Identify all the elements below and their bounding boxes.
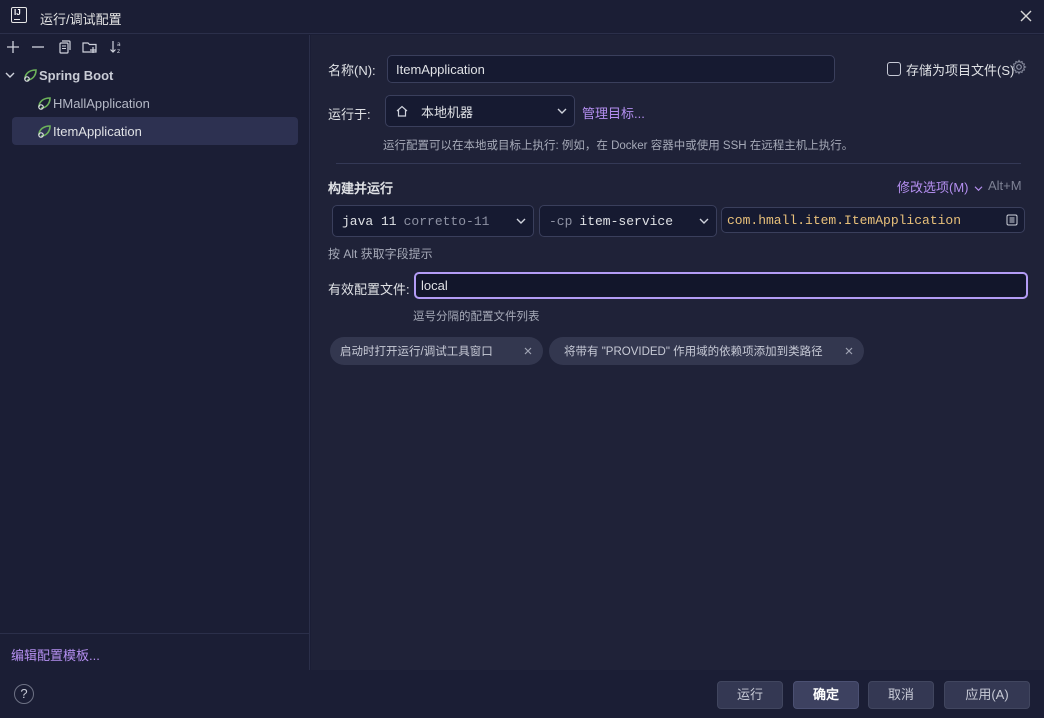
browse-list-icon[interactable] — [1006, 214, 1018, 226]
copy-icon[interactable] — [55, 38, 73, 56]
active-profiles-input[interactable]: local — [414, 272, 1028, 299]
remove-icon[interactable] — [29, 38, 47, 56]
spring-boot-icon — [24, 69, 37, 82]
configurations-sidebar: a z Spring Boot HMallApplication ItemApp… — [0, 35, 310, 670]
divider — [0, 633, 310, 634]
name-label: 名称(N): — [328, 63, 376, 78]
classpath-module-select[interactable]: -cp item-service — [539, 205, 717, 237]
run-on-label: 运行于: — [328, 107, 371, 122]
run-button[interactable]: 运行 — [717, 681, 783, 709]
modify-options-shortcut: Alt+M — [988, 178, 1022, 193]
svg-text:a: a — [117, 41, 121, 48]
tree-item-label: ItemApplication — [53, 123, 142, 139]
intellij-app-icon: IJ — [11, 7, 27, 23]
new-folder-icon[interactable] — [81, 38, 99, 56]
dialog-footer: ? 运行 确定 取消 应用(A) — [0, 670, 1044, 718]
add-icon[interactable] — [4, 38, 22, 56]
spring-boot-icon — [38, 97, 51, 110]
option-chip-label: 将带有 "PROVIDED" 作用域的依赖项添加到类路径 — [564, 346, 823, 358]
divider — [336, 163, 1021, 164]
close-icon[interactable] — [523, 346, 533, 356]
sort-icon[interactable]: a z — [108, 38, 126, 56]
active-profiles-label: 有效配置文件: — [328, 282, 410, 297]
title-bar: IJ 运行/调试配置 — [0, 0, 1044, 34]
gear-icon[interactable] — [1011, 59, 1027, 75]
alt-hint: 按 Alt 获取字段提示 — [328, 247, 433, 261]
jdk-name: corretto-11 — [403, 213, 490, 229]
name-input[interactable]: ItemApplication — [387, 55, 835, 83]
classpath-module-value: item-service — [579, 213, 674, 229]
ok-button[interactable]: 确定 — [793, 681, 859, 709]
chevron-down-icon — [516, 218, 526, 224]
tree-item-label: HMallApplication — [53, 95, 150, 111]
option-chip-open-run-window: 启动时打开运行/调试工具窗口 — [330, 337, 543, 365]
sidebar-toolbar: a z — [0, 35, 310, 59]
configuration-form: 名称(N): ItemApplication 存储为项目文件(S) 运行于: 本… — [311, 35, 1044, 670]
modify-options-link[interactable]: 修改选项(M) — [897, 177, 983, 196]
main-class-input[interactable]: com.hmall.item.ItemApplication — [721, 207, 1025, 233]
classpath-prefix: -cp — [549, 213, 573, 229]
modify-options-label: 修改选项(M) — [897, 180, 969, 195]
build-and-run-heading: 构建并运行 — [328, 181, 394, 196]
jdk-select[interactable]: java 11 corretto-11 — [332, 205, 534, 237]
apply-button[interactable]: 应用(A) — [944, 681, 1030, 709]
cancel-button[interactable]: 取消 — [868, 681, 934, 709]
edit-templates-link[interactable]: 编辑配置模板... — [11, 645, 100, 664]
tree-item-itemapplication[interactable]: ItemApplication — [12, 117, 298, 145]
active-profiles-hint: 逗号分隔的配置文件列表 — [413, 311, 540, 323]
close-icon[interactable] — [1018, 8, 1034, 24]
tree-group-spring-boot[interactable]: Spring Boot — [4, 61, 304, 89]
tree-item-hmallapplication[interactable]: HMallApplication — [36, 89, 298, 117]
option-chip-add-provided-deps: 将带有 "PROVIDED" 作用域的依赖项添加到类路径 — [549, 337, 864, 365]
store-as-project-file-checkbox[interactable] — [887, 62, 901, 76]
run-on-hint: 运行配置可以在本地或目标上执行: 例如，在 Docker 容器中或使用 SSH … — [383, 140, 854, 152]
option-chip-label: 启动时打开运行/调试工具窗口 — [340, 346, 493, 358]
tree-group-label: Spring Boot — [39, 67, 114, 83]
chevron-down-icon — [699, 218, 709, 224]
chevron-down-icon — [557, 108, 567, 114]
home-icon — [396, 105, 408, 117]
close-icon[interactable] — [844, 346, 854, 356]
manage-targets-link[interactable]: 管理目标... — [582, 103, 645, 122]
help-icon[interactable]: ? — [14, 684, 34, 704]
run-on-value: 本地机器 — [421, 104, 474, 120]
svg-text:z: z — [117, 48, 120, 55]
run-on-select[interactable]: 本地机器 — [385, 95, 575, 127]
jdk-version: java 11 — [342, 213, 397, 229]
window-title: 运行/调试配置 — [40, 12, 122, 27]
store-as-project-file-label: 存储为项目文件(S) — [906, 63, 1015, 78]
chevron-down-icon — [974, 186, 983, 192]
spring-boot-icon — [38, 125, 51, 138]
chevron-down-icon[interactable] — [4, 69, 16, 81]
main-class-value: com.hmall.item.ItemApplication — [727, 212, 962, 228]
